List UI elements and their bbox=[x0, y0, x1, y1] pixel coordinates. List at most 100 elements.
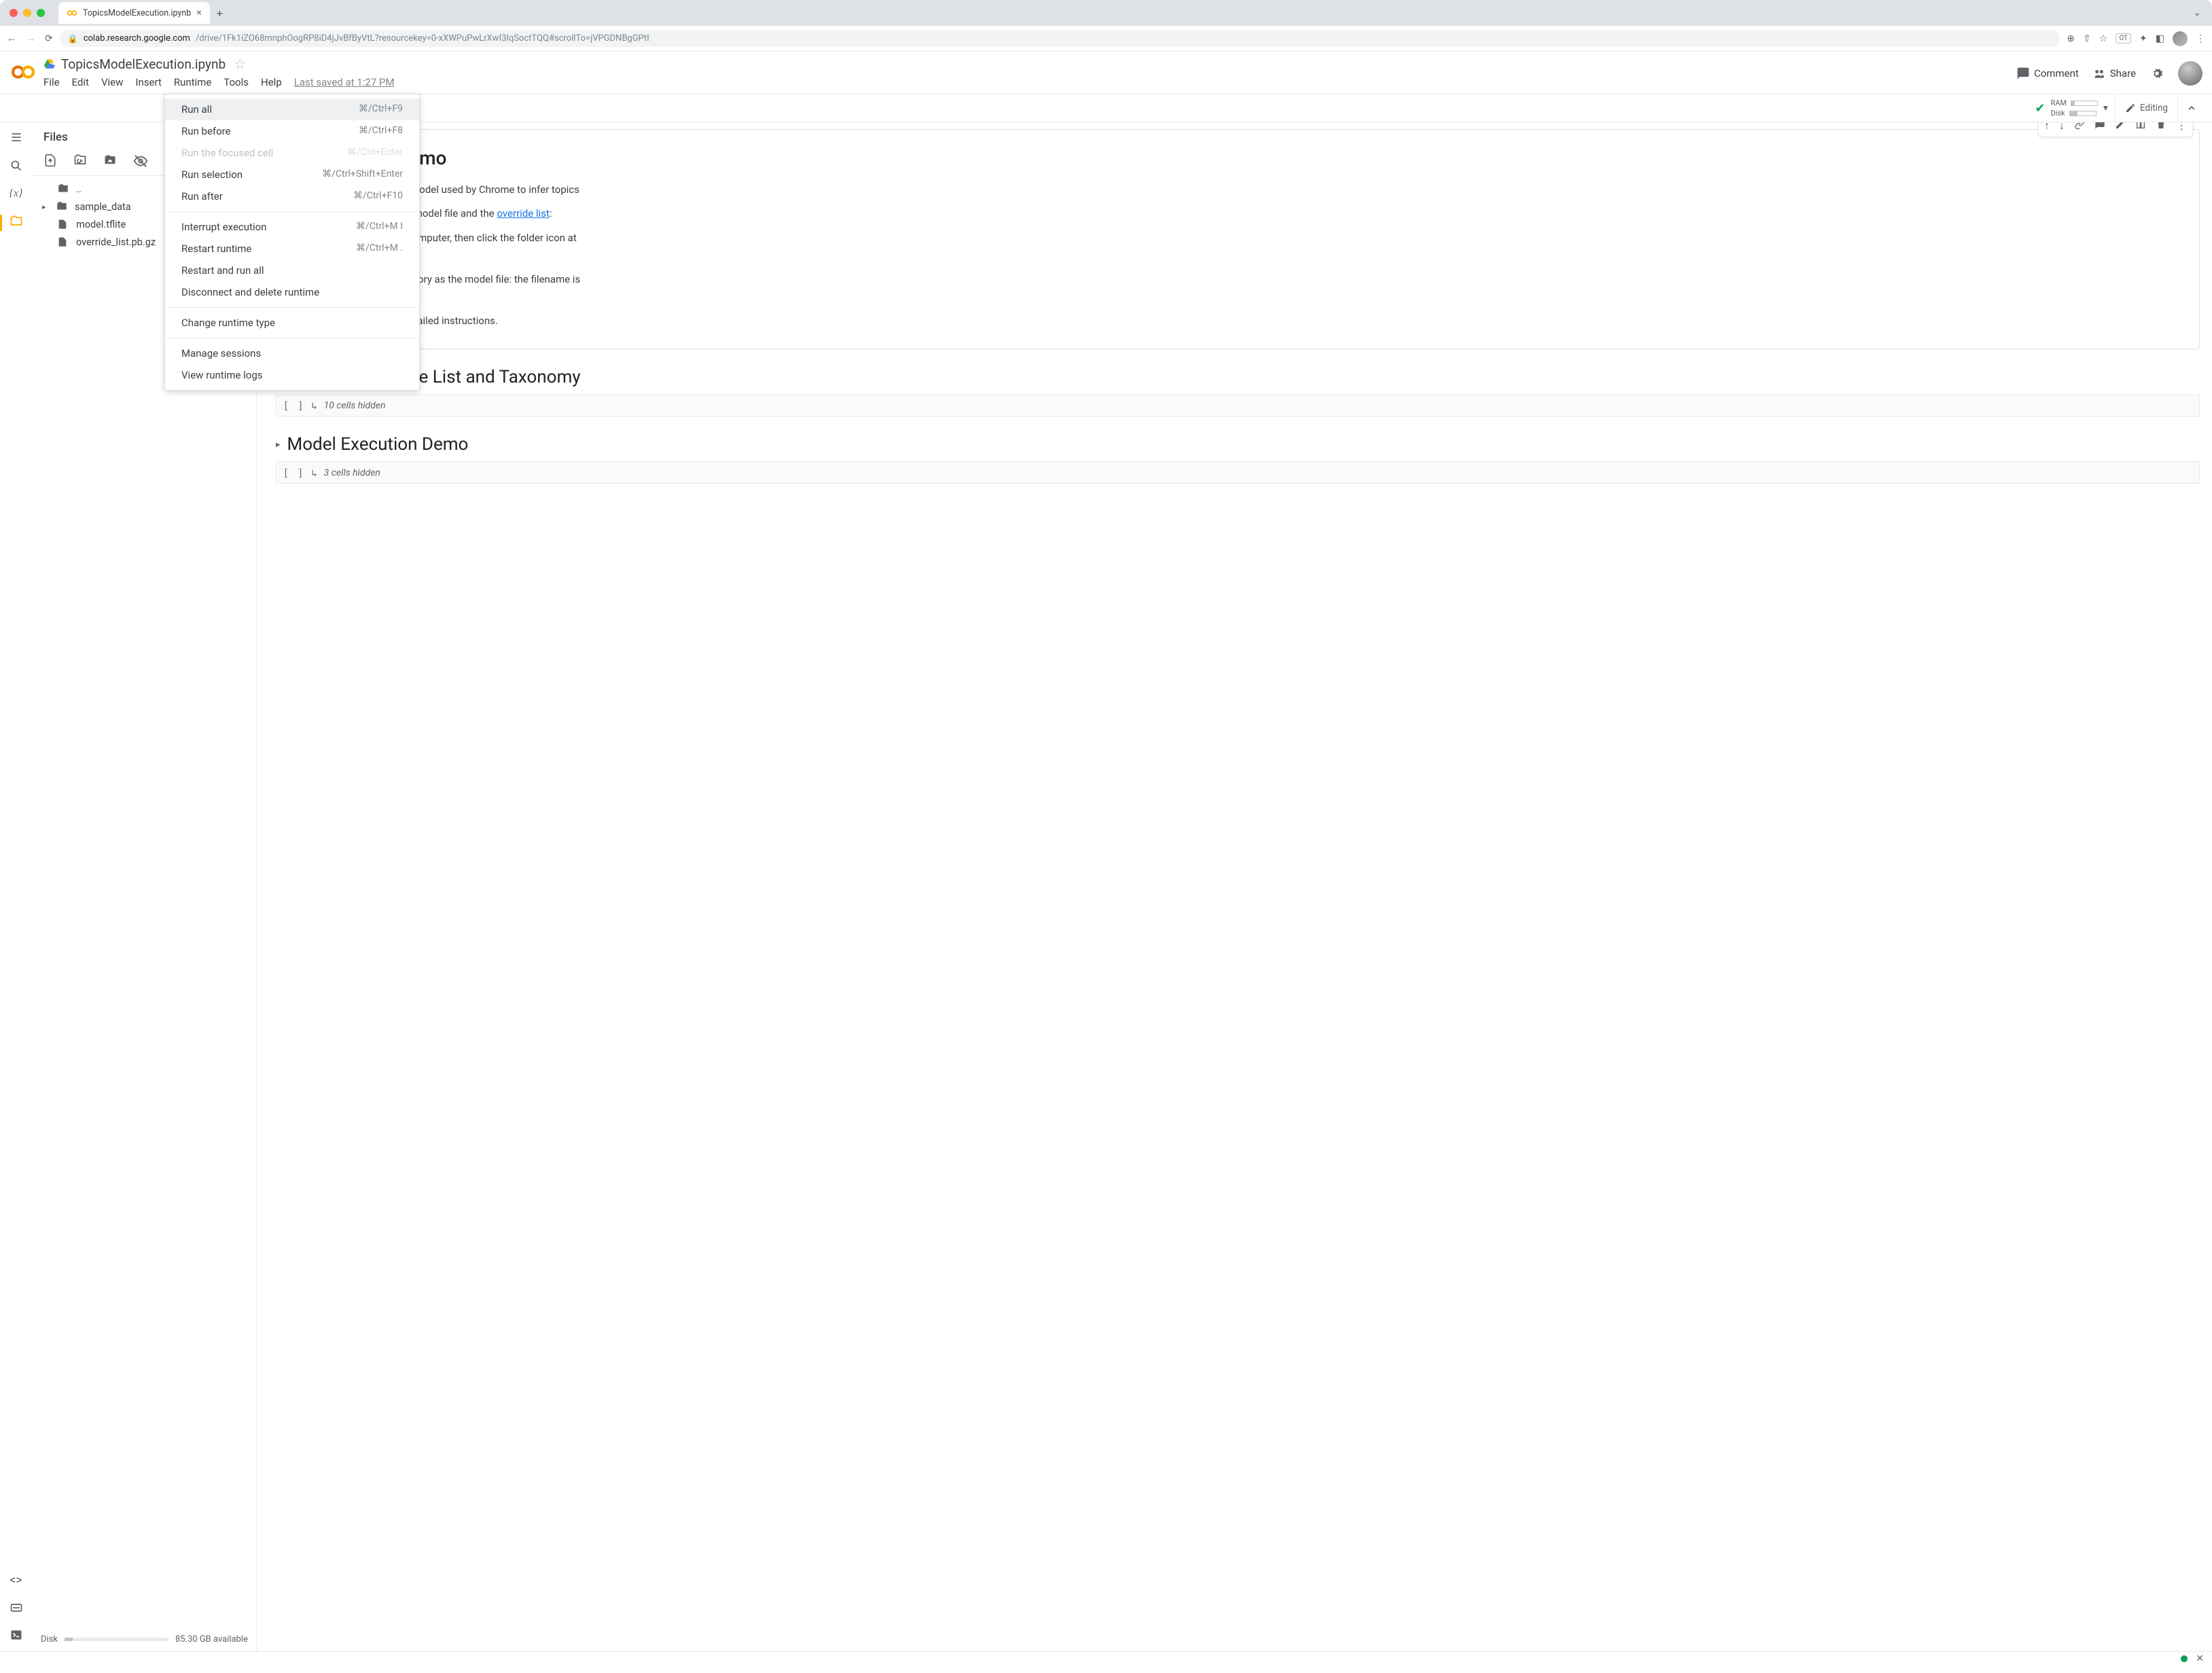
cell-edit-icon[interactable] bbox=[2111, 122, 2130, 135]
menu-item-label: Interrupt execution bbox=[181, 221, 266, 233]
mount-drive-icon[interactable] bbox=[103, 154, 117, 169]
runtime-menu: Run all⌘/Ctrl+F9Run before⌘/Ctrl+F8Run t… bbox=[164, 94, 420, 391]
share-button[interactable]: Share bbox=[2092, 67, 2136, 80]
runtime-menu-item[interactable]: Disconnect and delete runtime bbox=[165, 281, 419, 303]
tab-strip: TopicsModelExecution.ipynb × + ⌄ bbox=[0, 0, 2212, 26]
cell-more-icon[interactable]: ⋮ bbox=[2172, 122, 2191, 135]
text-cell-intro[interactable]: ↑ ↓ ⋮ el Execution Demo o load the Tenso… bbox=[272, 129, 2200, 349]
folder-up-icon bbox=[57, 183, 71, 195]
menu-view[interactable]: View bbox=[101, 76, 123, 88]
caret-right-icon[interactable]: ▸ bbox=[42, 202, 50, 211]
menu-insert[interactable]: Insert bbox=[135, 76, 161, 88]
omnibox[interactable]: 🔒 colab.research.google.com/drive/1Fk1iZ… bbox=[60, 30, 2061, 47]
extensions-icon[interactable]: ✦ bbox=[2139, 33, 2147, 44]
side-panel-icon[interactable]: ◧ bbox=[2156, 33, 2164, 44]
tab-close-icon[interactable]: × bbox=[196, 7, 201, 18]
status-bar: ✕ bbox=[0, 1651, 2212, 1665]
browser-menu-icon[interactable]: ⋮ bbox=[2196, 33, 2205, 44]
runtime-menu-item[interactable]: Interrupt execution⌘/Ctrl+M I bbox=[165, 216, 419, 238]
cell-comment-icon[interactable] bbox=[2090, 122, 2109, 135]
runtime-menu-item[interactable]: Run all⌘/Ctrl+F9 bbox=[165, 99, 419, 120]
files-rail-icon[interactable] bbox=[10, 215, 23, 228]
terminal-icon[interactable] bbox=[10, 1628, 23, 1642]
reload-button[interactable]: ⟳ bbox=[45, 33, 53, 44]
user-avatar-icon[interactable] bbox=[2178, 61, 2202, 86]
variables-icon[interactable]: {x} bbox=[10, 188, 23, 200]
menu-file[interactable]: File bbox=[43, 76, 60, 88]
bookmark-icon[interactable]: ☆ bbox=[2099, 33, 2108, 44]
section-header-libraries[interactable]: ▸ Libraries, Override List and Taxonomy bbox=[276, 367, 2200, 387]
menu-item-label: Change runtime type bbox=[181, 317, 275, 329]
zoom-icon[interactable]: ⊕ bbox=[2067, 33, 2075, 44]
new-tab-button[interactable]: + bbox=[217, 7, 223, 20]
command-palette-icon[interactable] bbox=[10, 1601, 23, 1615]
cell-move-down-icon[interactable]: ↓ bbox=[2055, 122, 2069, 135]
toc-icon[interactable] bbox=[10, 130, 23, 144]
search-icon[interactable] bbox=[10, 159, 23, 173]
window-minimize-icon[interactable] bbox=[23, 9, 31, 17]
address-bar: ← → ⟳ 🔒 colab.research.google.com/drive/… bbox=[0, 26, 2212, 52]
traffic-lights bbox=[7, 9, 50, 17]
upload-file-icon[interactable] bbox=[43, 154, 57, 169]
window-zoom-icon[interactable] bbox=[37, 9, 45, 17]
runtime-menu-item[interactable]: Manage sessions bbox=[165, 342, 419, 364]
file-icon bbox=[57, 218, 71, 230]
runtime-menu-item[interactable]: Change runtime type bbox=[165, 312, 419, 334]
cell-paragraph: model file provides more detailed instru… bbox=[289, 313, 2183, 330]
notebook-content[interactable]: ↑ ↓ ⋮ el Execution Demo o load the Tenso… bbox=[257, 122, 2212, 1651]
url-host: colab.research.google.com bbox=[84, 33, 190, 43]
cell-paragraph: o load the TensorFlow Lite model used by… bbox=[289, 181, 2183, 199]
cell-mirror-icon[interactable] bbox=[2131, 122, 2150, 135]
tab-list-chevron-icon[interactable]: ⌄ bbox=[2193, 7, 2205, 18]
disk-usage-bar bbox=[65, 1638, 168, 1641]
menu-runtime[interactable]: Runtime bbox=[174, 76, 211, 88]
resources-indicator[interactable]: ✔ RAM Disk ▾ bbox=[2035, 94, 2115, 122]
menu-help[interactable]: Help bbox=[261, 76, 282, 88]
profile-badge[interactable]: OT bbox=[2116, 33, 2131, 43]
runtime-menu-item[interactable]: Run after⌘/Ctrl+F10 bbox=[165, 186, 419, 207]
comment-button[interactable]: Comment bbox=[2016, 67, 2079, 80]
browser-tab[interactable]: TopicsModelExecution.ipynb × bbox=[58, 2, 210, 24]
link-override-list[interactable]: override list bbox=[497, 207, 549, 219]
collapse-header-button[interactable] bbox=[2178, 103, 2205, 113]
star-icon[interactable]: ☆ bbox=[234, 56, 246, 72]
cell-delete-icon[interactable] bbox=[2152, 122, 2171, 135]
runtime-menu-item[interactable]: Run selection⌘/Ctrl+Shift+Enter bbox=[165, 164, 419, 186]
browser-chrome: TopicsModelExecution.ipynb × + ⌄ ← → ⟳ 🔒… bbox=[0, 0, 2212, 52]
colab-logo-icon[interactable] bbox=[10, 58, 37, 86]
refresh-folder-icon[interactable] bbox=[73, 154, 87, 169]
hidden-cells-block[interactable]: [ ] ↳ 3 cells hidden bbox=[276, 461, 2200, 484]
status-close-icon[interactable]: ✕ bbox=[2196, 1653, 2204, 1664]
toggle-hidden-icon[interactable] bbox=[133, 154, 148, 169]
back-button[interactable]: ← bbox=[7, 33, 16, 44]
forward-button[interactable]: → bbox=[26, 33, 35, 44]
cell-move-up-icon[interactable]: ↑ bbox=[2040, 122, 2054, 135]
menu-item-shortcut: ⌘/Ctrl+F10 bbox=[353, 190, 403, 202]
resources-chevron-icon[interactable]: ▾ bbox=[2103, 103, 2108, 113]
runtime-menu-item[interactable]: Restart runtime⌘/Ctrl+M . bbox=[165, 238, 419, 260]
comment-label: Comment bbox=[2034, 67, 2079, 80]
ram-bar bbox=[2071, 101, 2098, 106]
tree-label: sample_data bbox=[75, 201, 131, 213]
window-close-icon[interactable] bbox=[10, 9, 18, 17]
connected-check-icon: ✔ bbox=[2035, 101, 2045, 116]
last-saved-text[interactable]: Last saved at 1:27 PM bbox=[294, 76, 395, 88]
profile-avatar-icon[interactable] bbox=[2173, 31, 2188, 46]
section-header-demo[interactable]: ▸ Model Execution Demo bbox=[276, 434, 2200, 455]
share-url-icon[interactable]: ⇧ bbox=[2083, 33, 2091, 44]
settings-gear-icon[interactable] bbox=[2149, 66, 2164, 81]
code-snippets-icon[interactable]: <> bbox=[10, 1573, 22, 1587]
file-icon bbox=[57, 236, 71, 248]
runtime-menu-item[interactable]: Restart and run all bbox=[165, 260, 419, 281]
runtime-menu-item[interactable]: View runtime logs bbox=[165, 364, 419, 386]
menubar: File Edit View Insert Runtime Tools Help… bbox=[43, 72, 2010, 94]
menu-item-label: Restart and run all bbox=[181, 264, 264, 277]
menu-tools[interactable]: Tools bbox=[224, 76, 249, 88]
runtime-menu-item[interactable]: Run before⌘/Ctrl+F8 bbox=[165, 120, 419, 142]
editing-mode-button[interactable]: Editing bbox=[2116, 94, 2178, 122]
doc-title[interactable]: TopicsModelExecution.ipynb bbox=[61, 56, 226, 72]
disk-footer-label: Disk bbox=[41, 1634, 58, 1644]
cell-link-icon[interactable] bbox=[2070, 122, 2089, 135]
hidden-cells-block[interactable]: [ ] ↳ 10 cells hidden bbox=[276, 394, 2200, 417]
menu-edit[interactable]: Edit bbox=[72, 76, 89, 88]
